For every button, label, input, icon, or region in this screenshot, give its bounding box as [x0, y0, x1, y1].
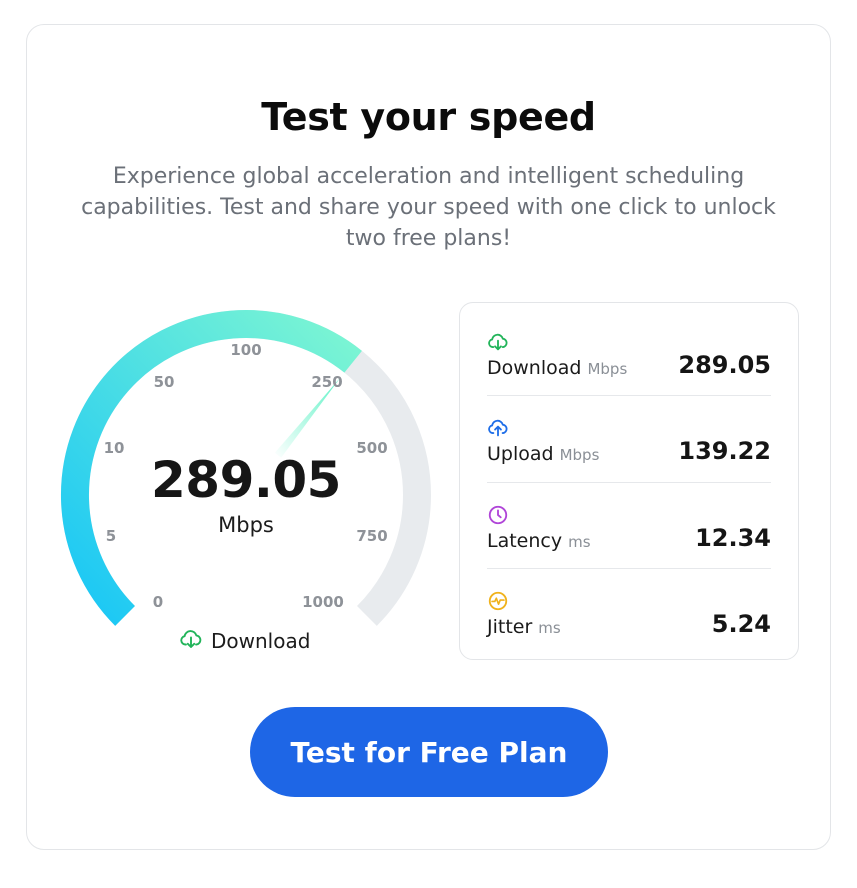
stat-unit: Mbps: [559, 446, 600, 464]
stat-value: 289.05: [678, 351, 771, 379]
stat-jitter: Jitter ms 5.24: [487, 568, 771, 655]
speed-test-card: Test your speed Experience global accele…: [26, 24, 831, 850]
stat-value: 12.34: [695, 524, 771, 552]
stats-panel: Download Mbps 289.05 Upload Mbps 139.22 La…: [459, 302, 799, 660]
stat-label: Latency: [487, 530, 563, 552]
stat-label: Upload: [487, 443, 554, 465]
gauge-tick-label: 10: [104, 439, 125, 457]
gauge-tick-label: 50: [154, 373, 175, 391]
stat-label: Download: [487, 357, 582, 379]
cloud-download-icon: [179, 627, 203, 656]
gauge-tick-label: 5: [106, 527, 116, 545]
clock-icon: [487, 504, 509, 526]
stat-unit: ms: [538, 619, 561, 637]
gauge-caption-label: Download: [211, 629, 311, 653]
gauge-caption: Download: [179, 627, 310, 655]
stat-upload: Upload Mbps 139.22: [487, 395, 771, 482]
pulse-icon: [487, 590, 509, 612]
gauge-tick-label: 0: [153, 593, 163, 611]
speed-readout-value: 289.05: [151, 451, 341, 509]
stat-unit: Mbps: [587, 360, 628, 378]
stat-value: 139.22: [678, 437, 771, 465]
cloud-download-icon: [487, 331, 509, 353]
stat-label: Jitter: [487, 616, 533, 638]
gauge-tick-label: 750: [356, 527, 387, 545]
stat-value: 5.24: [711, 610, 771, 638]
stat-download: Download Mbps 289.05: [487, 309, 771, 396]
gauge-tick-label: 100: [230, 341, 261, 359]
cloud-upload-icon: [487, 417, 509, 439]
stat-unit: ms: [568, 533, 591, 551]
gauge-tick-label: 1000: [302, 593, 344, 611]
test-for-free-plan-button[interactable]: Test for Free Plan: [250, 707, 608, 797]
gauge-tick-label: 500: [356, 439, 387, 457]
speed-readout-unit: Mbps: [218, 513, 274, 537]
gauge-tick-label: 250: [311, 373, 342, 391]
stat-latency: Latency ms 12.34: [487, 482, 771, 569]
